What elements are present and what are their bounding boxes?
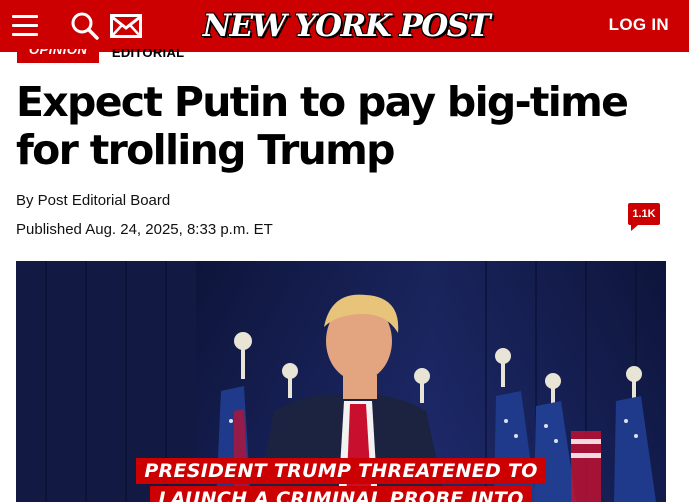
login-button[interactable]: LOG IN <box>609 15 669 35</box>
caption-line-2: LAUNCH A CRIMINAL PROBE INTO <box>150 486 532 502</box>
hero-caption: PRESIDENT TRUMP THREATENED TO LAUNCH A C… <box>16 458 666 502</box>
section-tags: OPINION EDITORIAL <box>17 49 417 63</box>
caption-line-1: PRESIDENT TRUMP THREATENED TO <box>136 458 546 484</box>
hero-image[interactable]: PRESIDENT TRUMP THREATENED TO LAUNCH A C… <box>16 261 666 502</box>
section-tag-opinion[interactable]: OPINION <box>17 49 100 63</box>
comments-count-button[interactable]: 1.1K <box>628 203 660 231</box>
site-header: NEW YORK POST LOG IN <box>0 0 689 52</box>
mail-icon[interactable] <box>110 14 142 38</box>
menu-icon[interactable] <box>12 13 40 39</box>
site-logo[interactable]: NEW YORK POST <box>203 6 491 46</box>
section-tag-editorial[interactable]: EDITORIAL <box>112 49 185 60</box>
search-icon[interactable] <box>70 11 100 41</box>
article-headline: Expect Putin to pay big-time for trollin… <box>16 78 629 174</box>
article-published-date: Published Aug. 24, 2025, 8:33 p.m. ET <box>16 221 273 238</box>
article-byline: By Post Editorial Board <box>16 192 171 209</box>
